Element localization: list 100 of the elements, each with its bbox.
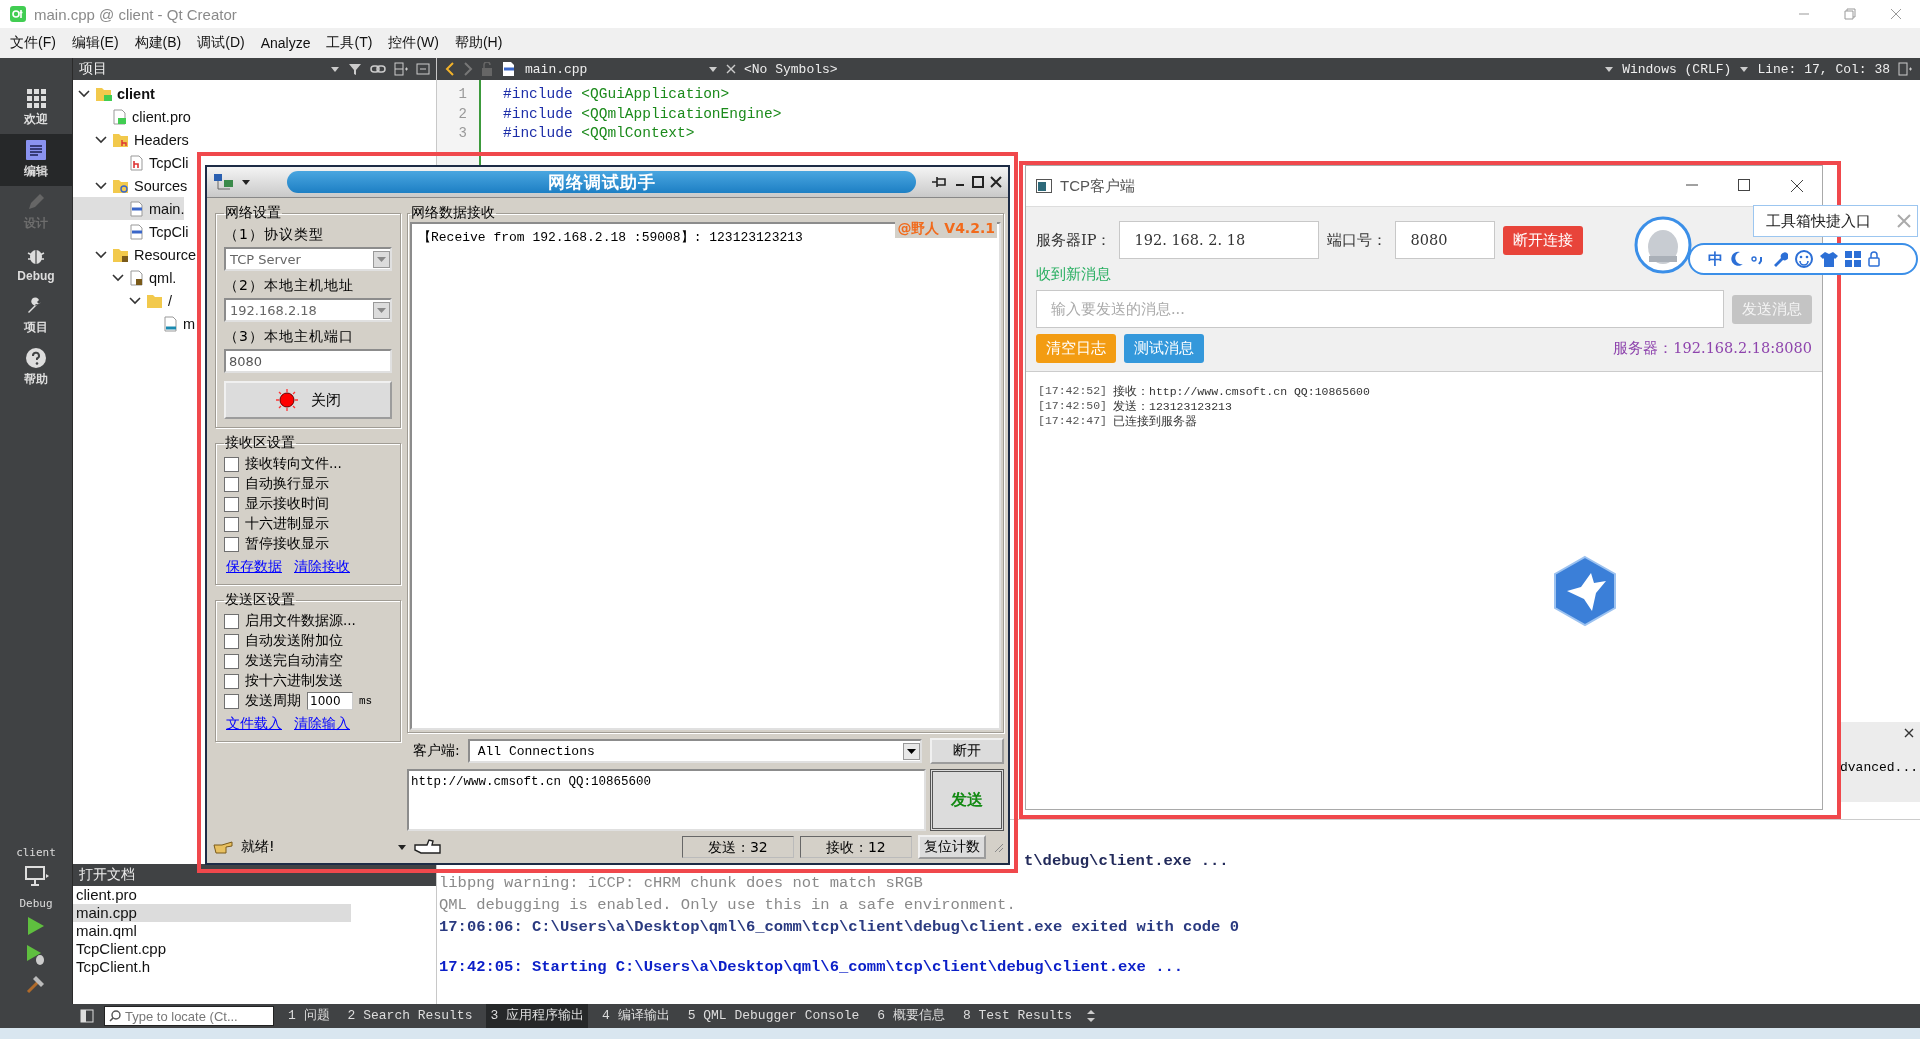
address-dropdown[interactable]: 192.168.2.18 xyxy=(224,298,392,322)
send-field[interactable]: http://www.cmsoft.cn QQ:10865600 xyxy=(407,769,926,831)
tree-item[interactable]: TcpCli xyxy=(73,151,189,174)
monitor-icon[interactable] xyxy=(23,865,49,887)
back-icon[interactable] xyxy=(445,62,455,76)
tree-item[interactable]: main. xyxy=(73,197,185,220)
port-field[interactable]: 8080 xyxy=(1395,221,1496,259)
moon-icon[interactable] xyxy=(1730,251,1744,267)
ip-field[interactable]: 192. 168. 2. 18 xyxy=(1119,221,1320,259)
dropdown-caret-icon[interactable] xyxy=(1739,65,1750,73)
input-mode-button[interactable]: 中 xyxy=(1708,249,1723,269)
close-icon[interactable] xyxy=(1904,728,1914,738)
dropdown-caret-icon[interactable] xyxy=(241,178,251,186)
checkbox[interactable] xyxy=(224,653,239,669)
wrench-icon[interactable] xyxy=(1772,251,1788,267)
document-item[interactable]: client.pro xyxy=(73,886,351,904)
client-dropdown[interactable]: All Connections xyxy=(467,739,922,763)
menu-item[interactable]: Analyze xyxy=(252,35,319,51)
mode-button[interactable]: Debug xyxy=(0,238,72,290)
build-icon[interactable] xyxy=(26,974,46,994)
mode-button[interactable]: 编辑 xyxy=(0,134,72,186)
tree-item[interactable]: qml. xyxy=(73,266,177,289)
output-pane-tab[interactable]: 5 QML Debugger Console xyxy=(683,1004,864,1028)
checkbox[interactable] xyxy=(224,633,239,649)
maximize-icon[interactable] xyxy=(1738,179,1750,191)
split-icon[interactable] xyxy=(394,62,408,76)
document-item[interactable]: TcpClient.cpp xyxy=(73,940,351,958)
dropdown-caret-icon[interactable] xyxy=(330,65,340,73)
grid-icon[interactable] xyxy=(1845,251,1861,267)
line-ending-selector[interactable]: Windows (CRLF) xyxy=(1622,61,1732,77)
close-icon[interactable] xyxy=(1790,179,1804,193)
output-pane-tab[interactable]: 4 编译输出 xyxy=(598,1004,674,1028)
reset-counter-button[interactable]: 复位计数 xyxy=(918,835,986,859)
dropdown-caret-icon[interactable] xyxy=(397,843,407,851)
checkbox[interactable] xyxy=(224,456,239,472)
menu-item[interactable]: 文件(F) xyxy=(2,34,64,52)
split-icon[interactable] xyxy=(1898,62,1912,76)
menu-item[interactable]: 帮助(H) xyxy=(446,34,511,52)
tree-item[interactable]: TcpCli xyxy=(73,220,189,243)
output-pane-tab[interactable]: 3 应用程序输出 xyxy=(486,1004,589,1028)
checkbox[interactable] xyxy=(224,673,239,689)
checkbox[interactable] xyxy=(224,516,239,532)
link-icon[interactable] xyxy=(370,63,386,75)
menu-item[interactable]: 调试(D) xyxy=(189,34,253,52)
tree-item[interactable]: client.pro xyxy=(73,105,191,128)
network-computer-icon[interactable] xyxy=(213,173,235,191)
link[interactable]: 文件载入 xyxy=(226,715,282,733)
output-pane-tab[interactable]: 1 问题 xyxy=(284,1004,334,1028)
menu-item[interactable]: 构建(B) xyxy=(126,34,190,52)
chevron-down-icon[interactable] xyxy=(129,294,141,307)
checkbox[interactable] xyxy=(224,613,239,629)
symbol-selector[interactable]: <No Symbols> xyxy=(744,61,838,77)
chevron-down-icon[interactable] xyxy=(95,179,107,192)
chevron-down-icon[interactable] xyxy=(112,271,124,284)
link[interactable]: 清除接收 xyxy=(294,558,350,576)
tree-item[interactable]: / xyxy=(73,289,173,312)
protocol-dropdown[interactable]: TCP Server xyxy=(224,247,392,271)
chevron-down-icon[interactable] xyxy=(95,133,107,146)
checkbox[interactable] xyxy=(224,496,239,512)
chevron-down-icon[interactable] xyxy=(95,248,107,261)
mode-button[interactable]: 项目 xyxy=(0,290,72,342)
mode-button[interactable]: 帮助 xyxy=(0,342,72,394)
lock-icon[interactable] xyxy=(1868,251,1880,267)
toggle-button[interactable]: 关闭 xyxy=(224,381,392,419)
locator-field[interactable]: Type to locate (Ct... xyxy=(104,1006,274,1026)
tree-item[interactable]: client xyxy=(73,82,155,105)
disconnect-button[interactable]: 断开连接 xyxy=(1503,225,1584,255)
document-item[interactable]: TcpClient.h xyxy=(73,958,351,976)
run-icon[interactable] xyxy=(27,916,45,936)
document-item[interactable]: main.qml xyxy=(73,922,351,940)
disconnect-button[interactable]: 断开 xyxy=(930,738,1004,764)
message-field[interactable]: 输入要发送的消息... xyxy=(1036,290,1724,328)
link[interactable]: 清除输入 xyxy=(294,715,350,733)
tree-item[interactable]: Resource xyxy=(73,243,197,266)
dropdown-caret-icon[interactable] xyxy=(708,65,718,73)
debug-run-icon[interactable] xyxy=(26,944,46,966)
dropdown-caret-icon[interactable] xyxy=(1604,65,1615,73)
close-pane-icon[interactable] xyxy=(416,63,430,75)
filter-icon[interactable] xyxy=(348,62,362,76)
pin-icon[interactable] xyxy=(930,175,948,189)
chevron-down-icon[interactable] xyxy=(78,87,90,100)
output-pane-tab[interactable]: 8 Test Results xyxy=(958,1004,1077,1028)
tree-item[interactable]: Headers xyxy=(73,128,189,151)
period-field[interactable]: 1000 xyxy=(307,692,353,710)
advanced-option-label[interactable]: dvanced... xyxy=(1840,760,1918,775)
smiley-icon[interactable] xyxy=(1795,250,1813,268)
port-field[interactable]: 8080 xyxy=(224,349,392,373)
output-pane-tab[interactable]: 2 Search Results xyxy=(343,1004,477,1028)
menu-item[interactable]: 编辑(E) xyxy=(63,34,127,52)
file-selector[interactable]: main.cpp xyxy=(525,61,700,77)
tree-item[interactable]: Sources xyxy=(73,174,188,197)
avatar-icon[interactable] xyxy=(1634,216,1692,274)
menu-item[interactable]: 工具(T) xyxy=(318,34,381,52)
document-item[interactable]: main.cpp xyxy=(73,904,351,922)
close-icon[interactable] xyxy=(990,176,1002,188)
tree-item[interactable]: m xyxy=(73,312,196,335)
shirt-icon[interactable] xyxy=(1820,251,1838,267)
checkbox[interactable] xyxy=(224,536,239,552)
toggle-sidebar-icon[interactable] xyxy=(80,1009,94,1023)
checkbox[interactable] xyxy=(224,693,239,709)
